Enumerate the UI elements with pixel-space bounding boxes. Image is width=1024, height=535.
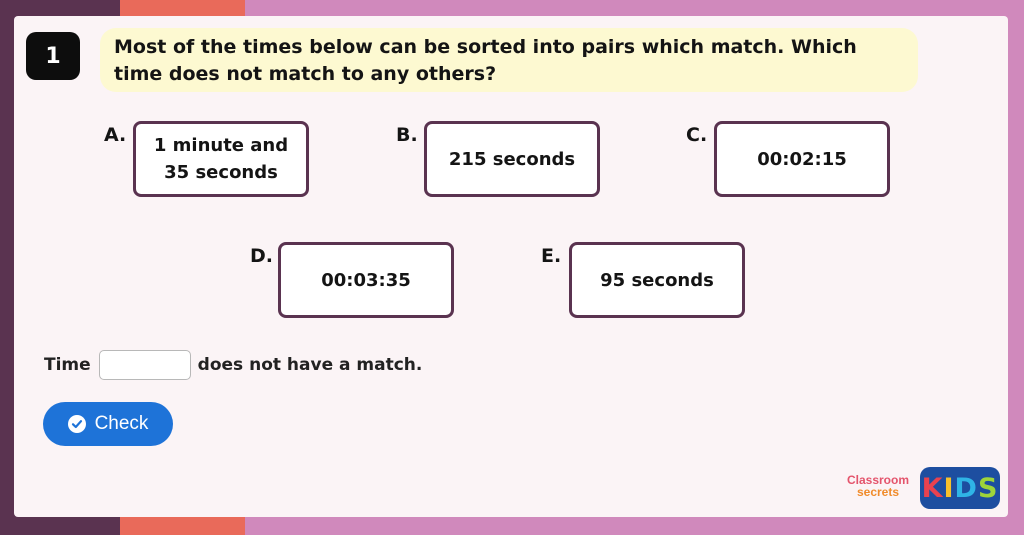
option-a-text: 1 minute and 35 seconds <box>153 135 289 183</box>
kids-letter-k: K <box>921 472 944 504</box>
kids-logo: K I D S <box>920 467 1000 509</box>
question-text: Most of the times below can be sorted in… <box>100 28 918 92</box>
option-b-text: 215 seconds <box>448 148 576 170</box>
option-c-box: 00:02:15 <box>714 121 890 197</box>
check-button[interactable]: Check <box>43 402 173 446</box>
classroom-secrets-line2: secrets <box>856 485 900 499</box>
option-b-box: 215 seconds <box>424 121 600 197</box>
option-a-letter: A. <box>104 124 127 146</box>
option-e-box: 95 seconds <box>569 242 745 318</box>
kids-letter-s: S <box>977 472 999 504</box>
option-d-box: 00:03:35 <box>278 242 454 318</box>
answer-suffix: does not have a match. <box>197 355 423 375</box>
option-e-letter: E. <box>541 245 562 267</box>
answer-prefix: Time <box>44 355 91 375</box>
kids-letter-i: I <box>943 472 955 504</box>
option-c-letter: C. <box>686 124 708 146</box>
option-d-letter: D. <box>250 245 273 267</box>
option-d-text: 00:03:35 <box>321 269 411 291</box>
option-e-text: 95 seconds <box>600 269 714 291</box>
question-number-badge: 1 <box>26 32 80 80</box>
check-circle-icon <box>67 415 86 433</box>
option-a-box: 1 minute and 35 seconds <box>133 121 309 197</box>
answer-row: Time does not have a match. <box>44 348 422 382</box>
option-c-text: 00:02:15 <box>757 148 847 170</box>
classroom-secrets-logo: Classroom secrets <box>840 474 916 506</box>
answer-input[interactable] <box>98 350 191 380</box>
option-b-letter: B. <box>396 124 418 146</box>
kids-letter-d: D <box>954 472 978 504</box>
check-button-label: Check <box>94 413 149 434</box>
